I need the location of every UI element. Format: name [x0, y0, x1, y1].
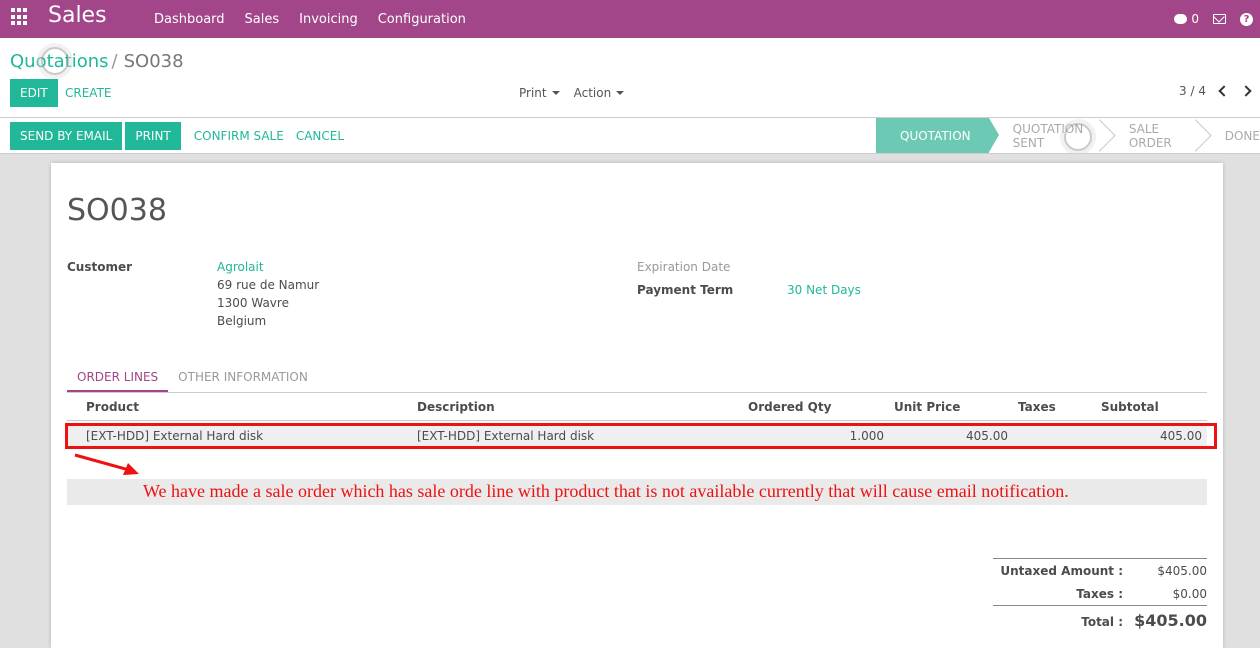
messaging-menu[interactable]: 0 [1174, 12, 1199, 26]
payment-term-link[interactable]: 30 Net Days [787, 283, 861, 297]
address-line-1: 69 rue de Namur [217, 278, 320, 292]
click-indicator [41, 47, 69, 75]
customer-label: Customer [67, 260, 133, 274]
print-button[interactable]: PRINT [125, 122, 181, 150]
print-dropdown[interactable]: Print [519, 86, 560, 100]
pager: 3 / 4 [1179, 84, 1252, 98]
stage-done-label: DONE [1224, 128, 1260, 143]
caret-down-icon [551, 91, 560, 95]
control-panel: Quotations / SO038 EDIT CREATE Print Actio… [0, 38, 1260, 118]
col-taxes: Taxes [1018, 400, 1056, 414]
create-button[interactable]: CREATE [65, 86, 112, 100]
sidebar-dropdowns: Print Action [519, 86, 638, 100]
help-icon: ? [1240, 12, 1253, 26]
breadcrumb-separator: / [111, 51, 118, 72]
annotation-arrow-icon [74, 453, 139, 475]
total-label: Total : [1081, 615, 1123, 629]
order-lines-header: Product Description Ordered Qty Unit Pri… [67, 395, 1207, 421]
caret-down-icon [616, 91, 625, 95]
stage-sale-order[interactable]: SALE ORDER [1105, 118, 1212, 153]
total-amount: $405.00 [1134, 611, 1207, 630]
confirm-sale-button[interactable]: CONFIRM SALE [194, 129, 284, 143]
stage-quotation-label: QUOTATION [900, 128, 971, 143]
stage-quotation[interactable]: QUOTATION [876, 118, 999, 153]
action-dropdown-label: Action [573, 86, 612, 100]
stage-sale-order-label: SALE ORDER [1128, 121, 1172, 150]
annotation-highlight-box [65, 423, 1217, 449]
mail-icon [1213, 14, 1226, 24]
chat-count: 0 [1191, 12, 1199, 26]
click-indicator [1064, 123, 1092, 151]
apps-icon[interactable] [11, 8, 29, 26]
menu-configuration[interactable]: Configuration [378, 12, 466, 27]
chat-icon [1174, 14, 1188, 24]
top-navbar: Sales Dashboard Sales Invoicing Configur… [0, 0, 1260, 38]
print-dropdown-label: Print [519, 86, 547, 100]
untaxed-row: Untaxed Amount : $405.00 [993, 559, 1207, 582]
order-title: SO038 [67, 193, 167, 228]
notebook-tabs: ORDER LINES OTHER INFORMATION [67, 363, 1207, 393]
app-brand: Sales [48, 3, 107, 28]
annotation-note: We have made a sale order which has sale… [143, 481, 1069, 501]
send-by-email-button[interactable]: SEND BY EMAIL [10, 122, 123, 150]
menu-dashboard[interactable]: Dashboard [154, 12, 225, 27]
systray: 0 ? [1174, 0, 1260, 38]
action-dropdown[interactable]: Action [574, 86, 625, 100]
chevron-right-icon[interactable] [1240, 85, 1252, 97]
order-totals: Untaxed Amount : $405.00 Taxes : $0.00 T… [993, 558, 1207, 634]
untaxed-amount: $405.00 [1157, 564, 1207, 578]
stage-done[interactable]: DONE [1201, 118, 1260, 153]
taxes-amount: $0.00 [1172, 587, 1207, 601]
menu-sales[interactable]: Sales [245, 12, 280, 27]
col-ordered-qty: Ordered Qty [748, 400, 832, 414]
form-sheet: SO038 Customer Agrolait 69 rue de Namur … [51, 163, 1223, 648]
tab-order-lines[interactable]: ORDER LINES [67, 363, 169, 392]
taxes-label: Taxes : [1076, 587, 1123, 601]
breadcrumb: Quotations / SO038 [10, 51, 184, 72]
cancel-button[interactable]: CANCEL [296, 129, 344, 143]
address-line-2: 1300 Wavre [217, 296, 289, 310]
pager-value[interactable]: 3 / 4 [1179, 84, 1206, 98]
breadcrumb-current: SO038 [123, 51, 184, 72]
address-line-3: Belgium [217, 314, 267, 328]
taxes-row: Taxes : $0.00 [993, 582, 1207, 605]
edit-button[interactable]: EDIT [10, 79, 58, 107]
main-menu: Dashboard Sales Invoicing Configuration [154, 0, 486, 38]
untaxed-label: Untaxed Amount : [1000, 564, 1123, 578]
payment-term-label: Payment Term [637, 283, 734, 297]
col-subtotal: Subtotal [1101, 400, 1159, 414]
tab-other-information[interactable]: OTHER INFORMATION [168, 363, 318, 392]
help-button[interactable]: ? [1240, 12, 1253, 26]
statusbar-buttons: SEND BY EMAIL PRINT CONFIRM SALE CANCEL [10, 122, 356, 150]
mail-button[interactable] [1213, 14, 1226, 24]
col-unit-price: Unit Price [894, 400, 961, 414]
expiration-date-label: Expiration Date [637, 260, 731, 274]
col-product: Product [86, 400, 139, 414]
menu-invoicing[interactable]: Invoicing [299, 12, 358, 27]
customer-link[interactable]: Agrolait [217, 260, 264, 274]
col-description: Description [417, 400, 495, 414]
total-row: Total : $405.00 [993, 606, 1207, 634]
chevron-left-icon[interactable] [1218, 85, 1230, 97]
